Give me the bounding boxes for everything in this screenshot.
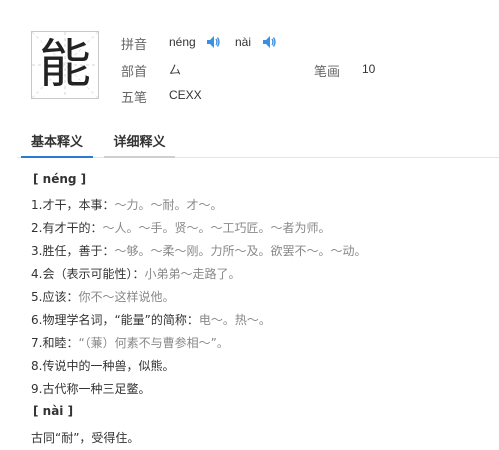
speaker-icon[interactable] (207, 36, 221, 48)
definition-text: 2.有才干的： (31, 221, 103, 235)
definition-example: 小弟弟～走路了。 (144, 267, 241, 281)
definition-example: 电～。热～。 (198, 313, 271, 327)
pinyin-reading-1: néng (169, 35, 196, 49)
definition-example: ～人。～手。贤～。～工巧匠。～者为师。 (102, 221, 331, 235)
definition-item: 9.古代称一种三足鳖。 (31, 380, 150, 397)
definition-item: 4.会（表示可能性）：小弟弟～走路了。 (31, 265, 240, 282)
definition-example: 你不～这样说他。 (78, 290, 175, 304)
definition-item: 8.传说中的一种兽，似熊。 (31, 357, 174, 374)
definition-example: ～够。～柔～刚。力所～及。欲罢不～。～动。 (114, 244, 367, 258)
wubi-label: 五笔 (121, 91, 148, 106)
definition-example: “（蒹）何素不与曹参相～”。 (78, 336, 229, 350)
definition-text: 8.传说中的一种兽，似熊。 (31, 359, 175, 373)
pinyin-label: 拼音 (121, 38, 148, 53)
radical-label: 部首 (121, 65, 148, 80)
definition-example: ～力。～耐。才～。 (114, 198, 223, 212)
definition-item: 古同“耐”，受得住。 (31, 429, 139, 446)
definition-item: 6.物理学名词，“能量”的简称：电～。热～。 (31, 311, 271, 328)
speaker-icon[interactable] (263, 36, 277, 48)
character-box: 能 (31, 31, 99, 99)
pronunciation-heading-neng: [ néng ] (33, 172, 87, 186)
definition-text: 4.会（表示可能性）： (31, 267, 145, 281)
definition-text: 5.应该： (31, 290, 79, 304)
definition-item: 3.胜任，善于：～够。～柔～刚。力所～及。欲罢不～。～动。 (31, 242, 366, 259)
definition-text: 7.和睦： (31, 336, 79, 350)
tab-detailed-definition[interactable]: 详细释义 (104, 130, 175, 158)
pinyin-reading-2: nài (235, 35, 252, 49)
wubi-value: CEXX (169, 88, 202, 102)
strokes-label: 笔画 (314, 65, 341, 80)
definition-item: 5.应该：你不～这样说他。 (31, 288, 174, 305)
definition-item: 2.有才干的：～人。～手。贤～。～工巧匠。～者为师。 (31, 219, 330, 236)
strokes-value: 10 (362, 62, 376, 76)
tab-basic-definition[interactable]: 基本释义 (21, 130, 93, 158)
character-glyph: 能 (38, 35, 91, 95)
radical-value: 厶 (169, 63, 182, 77)
definition-text: 9.古代称一种三足鳖。 (31, 382, 151, 396)
definition-text: 3.胜任，善于： (31, 244, 115, 258)
pronunciation-heading-nai: [ nài ] (33, 404, 74, 418)
definition-item: 1.才干，本事：～力。～耐。才～。 (31, 196, 222, 213)
definition-tabs: 基本释义 详细释义 (17, 130, 499, 158)
definition-text: 6.物理学名词，“能量”的简称： (31, 313, 199, 327)
definition-item: 7.和睦：“（蒹）何素不与曹参相～”。 (31, 334, 229, 351)
definition-text: 1.才干，本事： (31, 198, 115, 212)
definition-text: 古同“耐”，受得住。 (31, 431, 140, 445)
